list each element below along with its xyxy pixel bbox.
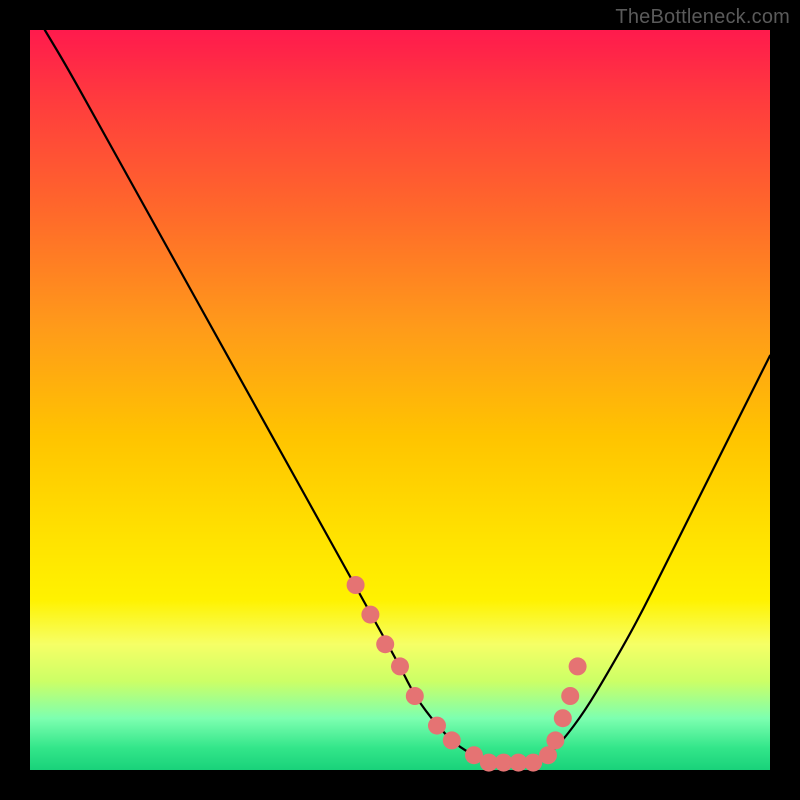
- marker-point: [569, 657, 587, 675]
- chart-frame: TheBottleneck.com: [0, 0, 800, 800]
- marker-point: [406, 687, 424, 705]
- plot-area: [30, 30, 770, 770]
- marker-point: [428, 717, 446, 735]
- attribution-text: TheBottleneck.com: [615, 6, 790, 29]
- marker-point: [443, 731, 461, 749]
- marker-point: [554, 709, 572, 727]
- marker-point: [361, 606, 379, 624]
- highlighted-points: [347, 576, 587, 772]
- marker-point: [347, 576, 365, 594]
- marker-point: [561, 687, 579, 705]
- marker-point: [546, 731, 564, 749]
- bottleneck-curve: [45, 30, 770, 763]
- marker-point: [391, 657, 409, 675]
- curve-svg: [30, 30, 770, 770]
- marker-point: [376, 635, 394, 653]
